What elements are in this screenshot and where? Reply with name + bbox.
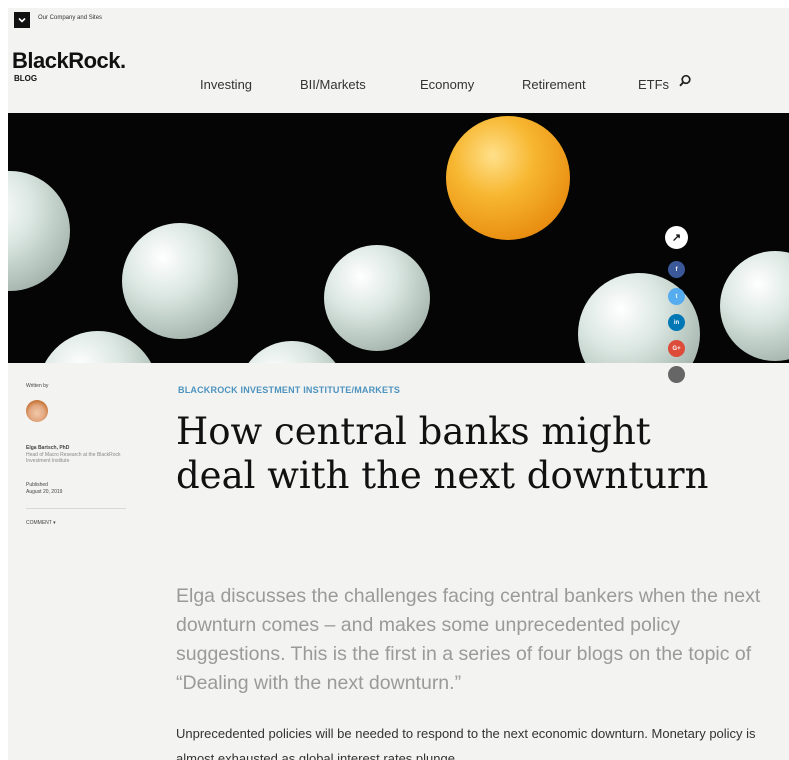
facebook-icon: f — [675, 266, 678, 273]
comment-toggle[interactable]: COMMENT ▾ — [26, 520, 56, 526]
published-label: Published — [26, 482, 48, 488]
hero-sphere — [238, 341, 346, 363]
nav-item-bii-markets[interactable]: BII/Markets — [300, 77, 366, 92]
article-deck: Elga discusses the challenges facing cen… — [176, 585, 761, 694]
author-role: Head of Macro Research at the BlackRock … — [26, 452, 121, 464]
article-category[interactable]: BLACKROCK INVESTMENT INSTITUTE/MARKETS — [178, 385, 400, 395]
blackrock-logo[interactable]: BlackRock. — [12, 48, 126, 74]
share-button[interactable]: ↗ — [665, 226, 688, 249]
author-avatar[interactable] — [26, 400, 48, 422]
hero-sphere-orange — [446, 116, 570, 240]
utility-bar: Our Company and Sites — [8, 8, 789, 32]
blog-logo-label: BLOG — [14, 74, 38, 83]
blog-page: Our Company and Sites BlackRock. BLOG In… — [8, 8, 789, 760]
hero-sphere — [122, 223, 238, 339]
twitter-icon: t — [675, 293, 678, 300]
author-name[interactable]: Elga Bartsch, PhD — [26, 445, 69, 451]
search-icon[interactable] — [678, 74, 692, 88]
twitter-share-button[interactable]: t — [668, 288, 685, 305]
article-title: How central banks might deal with the ne… — [176, 410, 709, 497]
hero-sphere — [720, 251, 789, 361]
nav-item-investing[interactable]: Investing — [200, 77, 252, 92]
linkedin-share-button[interactable]: in — [668, 314, 685, 331]
hero-sphere — [8, 171, 70, 291]
hero-sphere — [38, 331, 158, 363]
googleplus-share-button[interactable]: G+ — [668, 340, 685, 357]
written-by-label: Written by — [26, 383, 49, 389]
sites-menu-toggle[interactable] — [14, 12, 30, 28]
article-body: Unprecedented policies will be needed to… — [176, 726, 756, 760]
googleplus-icon: G+ — [672, 345, 681, 352]
hero-sphere — [324, 245, 430, 351]
linkedin-icon: in — [673, 319, 680, 326]
published-date: August 20, 2019 — [26, 489, 63, 495]
share-icon: ↗ — [671, 232, 682, 244]
company-sites-link[interactable]: Our Company and Sites — [38, 15, 102, 21]
email-share-button[interactable] — [668, 366, 685, 383]
chevron-down-icon — [18, 17, 26, 23]
nav-item-economy[interactable]: Economy — [420, 77, 474, 92]
sidebar-divider — [26, 508, 126, 509]
nav-item-retirement[interactable]: Retirement — [522, 77, 586, 92]
facebook-share-button[interactable]: f — [668, 261, 685, 278]
nav-item-etfs[interactable]: ETFs — [638, 77, 669, 92]
